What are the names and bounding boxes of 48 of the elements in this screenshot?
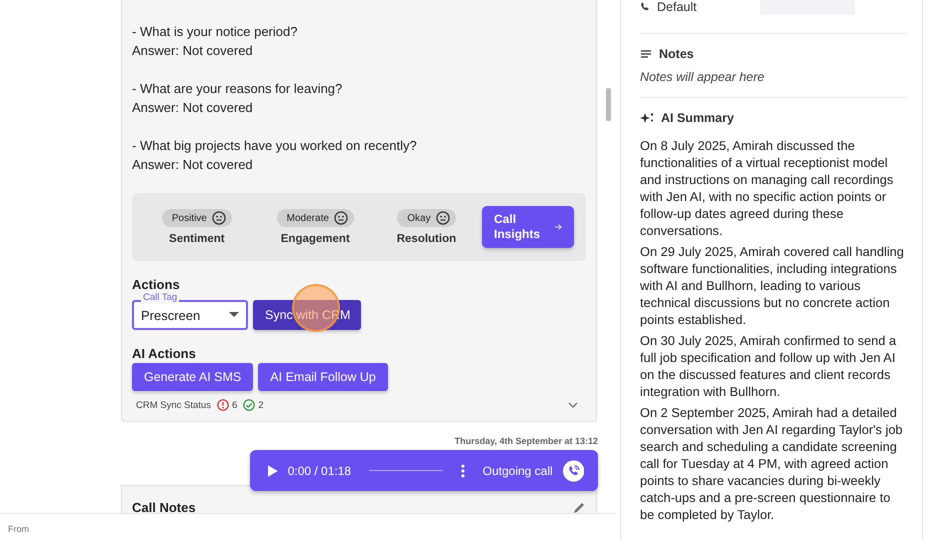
scrollbar-thumb[interactable] bbox=[606, 88, 611, 121]
metric-label: Sentiment bbox=[169, 233, 225, 245]
summary-paragraph: On 8 July 2025, Amirah discussed the functionalities of a virtual receptionist model and instructions on managing call recordings with Jen AI, with no specific action points or follow-up dates agreed during these conversations. bbox=[640, 137, 894, 239]
call-insights-button[interactable]: Call Insights bbox=[482, 206, 574, 248]
question-text: - What is your notice period? bbox=[132, 23, 298, 41]
question-text: - What big projects have you worked on recently? bbox=[132, 137, 418, 155]
sparkle-icon bbox=[640, 112, 654, 124]
synced-count: 2 bbox=[258, 400, 264, 410]
rating-badge: Moderate bbox=[276, 209, 354, 227]
empty-notes-text: Notes will appear here bbox=[640, 70, 766, 84]
summary-paragraph: On 30 July 2025, Amirah confirmed to send a full job specification and follow up with Jen AI on the discussed features and client records integration with Bullhorn. bbox=[640, 332, 898, 400]
playback-time: 0:00 / 01:18 bbox=[288, 464, 352, 478]
card-title: Call Notes bbox=[132, 500, 196, 515]
section-title: Notes bbox=[659, 47, 694, 61]
sync-status-label: CRM Sync Status bbox=[136, 400, 211, 410]
summary-paragraph: On 29 July 2025, Amirah covered call handling software functionalities, including integrations with AI and Bullhorn, leading to various technical discussions but no concrete action points established. bbox=[640, 243, 905, 328]
phone-label: Default bbox=[657, 0, 697, 14]
dropdown-caret-icon bbox=[229, 312, 239, 318]
ai-action-button[interactable]: AI Email Follow Up bbox=[258, 363, 388, 391]
rating-badge: Okay bbox=[397, 209, 456, 227]
section-title: AI Actions bbox=[132, 346, 197, 361]
neutral-face-icon bbox=[334, 211, 348, 225]
error-icon bbox=[216, 399, 229, 411]
answer-text: Answer: Not covered bbox=[132, 42, 254, 60]
answer-text: Answer: Not covered bbox=[132, 99, 254, 117]
section-title: Actions bbox=[132, 277, 181, 292]
summary-paragraph: On 2 September 2025, Amirah had a detailed conversation with Jen AI regarding Taylor's job search and scheduling a candidate screening call for Tuesday at 4 PM, with agreed action points to share vacancies during bi-weekly catch-ups and a pre-screen questionnaire to be completed by Taylor. bbox=[640, 404, 904, 523]
chevron-icon[interactable] bbox=[568, 402, 578, 408]
answer-text: Answer: Not covered bbox=[132, 156, 254, 174]
error-count: 6 bbox=[232, 400, 238, 410]
rating-badge: Positive bbox=[162, 209, 232, 227]
metric-label: Engagement bbox=[280, 233, 350, 245]
more-icon[interactable] bbox=[460, 464, 465, 478]
field-label: From bbox=[8, 524, 29, 534]
ai-action-button[interactable]: Generate AI SMS bbox=[132, 363, 254, 391]
field-label: Call Tag bbox=[141, 292, 180, 304]
play-icon[interactable] bbox=[268, 464, 278, 476]
check-circle-icon bbox=[243, 399, 256, 411]
lines-icon bbox=[640, 49, 652, 59]
phone-call-icon bbox=[562, 460, 584, 482]
metric-label: Resolution bbox=[396, 233, 456, 245]
neutral-face-icon bbox=[212, 211, 226, 225]
call-date: Thursday, 4th September at 13:12 bbox=[454, 436, 598, 446]
section-title: AI Summary bbox=[661, 111, 734, 125]
call-direction: Outgoing call bbox=[482, 464, 553, 478]
phone-icon bbox=[640, 2, 650, 12]
question-text: - What are your reasons for leaving? bbox=[132, 80, 344, 98]
neutral-face-icon bbox=[436, 211, 450, 225]
